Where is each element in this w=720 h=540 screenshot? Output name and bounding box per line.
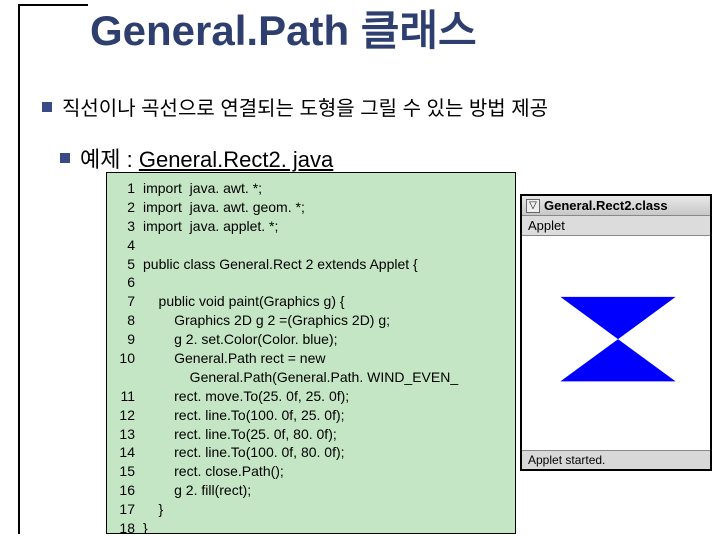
code-line: 13 rect. line.To(25. 0f, 80. 0f);: [117, 425, 505, 444]
code-line: 1import java. awt. *;: [117, 179, 505, 198]
code-line: 8 Graphics 2D g 2 =(Graphics 2D) g;: [117, 311, 505, 330]
square-bullet-icon: [42, 102, 52, 112]
bullet-main-text: 직선이나 곡선으로 연결되는 도형을 그릴 수 있는 방법 제공: [62, 92, 548, 121]
code-text: import java. applet. *;: [143, 217, 505, 236]
code-line: 3import java. applet. *;: [117, 217, 505, 236]
code-line: General.Path(General.Path. WIND_EVEN_: [117, 368, 505, 387]
square-bullet-icon: [60, 153, 70, 163]
line-number: 12: [117, 406, 143, 425]
example-label: 예제 :: [80, 147, 133, 172]
code-text: rect. line.To(25. 0f, 80. 0f);: [143, 425, 505, 444]
code-text: rect. line.To(100. 0f, 25. 0f);: [143, 406, 505, 425]
line-number: 11: [117, 387, 143, 406]
line-number: 6: [117, 273, 143, 292]
bullet-main: 직선이나 곡선으로 연결되는 도형을 그릴 수 있는 방법 제공: [42, 92, 548, 121]
code-text: g 2. set.Color(Color. blue);: [143, 330, 505, 349]
line-number: [117, 368, 143, 387]
line-number: 4: [117, 236, 143, 255]
line-number: 15: [117, 462, 143, 481]
applet-titlebar: ▽ General.Rect2.class: [522, 196, 710, 216]
applet-menu-item[interactable]: Applet: [522, 216, 710, 236]
code-line: 5public class General.Rect 2 extends App…: [117, 255, 505, 274]
code-text: rect. line.To(100. 0f, 80. 0f);: [143, 443, 505, 462]
code-line: 11 rect. move.To(25. 0f, 25. 0f);: [117, 387, 505, 406]
code-text: }: [143, 519, 505, 534]
code-text: import java. awt. *;: [143, 179, 505, 198]
bowtie-shape: [560, 297, 675, 381]
code-line: 9 g 2. set.Color(Color. blue);: [117, 330, 505, 349]
code-text: [143, 236, 505, 255]
applet-canvas: [522, 236, 710, 450]
line-number: 3: [117, 217, 143, 236]
line-number: 2: [117, 198, 143, 217]
code-line: 10 General.Path rect = new: [117, 349, 505, 368]
line-number: 17: [117, 500, 143, 519]
code-line: 15 rect. close.Path();: [117, 462, 505, 481]
line-number: 5: [117, 255, 143, 274]
code-block: 1import java. awt. *;2import java. awt. …: [106, 172, 516, 534]
line-number: 7: [117, 292, 143, 311]
line-number: 14: [117, 443, 143, 462]
line-number: 8: [117, 311, 143, 330]
applet-status-bar: Applet started.: [522, 450, 710, 469]
code-text: [143, 273, 505, 292]
line-number: 9: [117, 330, 143, 349]
applet-window: ▽ General.Rect2.class Applet Applet star…: [520, 194, 712, 471]
line-number: 1: [117, 179, 143, 198]
line-number: 10: [117, 349, 143, 368]
page-title: General.Path 클래스: [90, 8, 477, 54]
line-number: 16: [117, 481, 143, 500]
code-text: public void paint(Graphics g) {: [143, 292, 505, 311]
code-text: public class General.Rect 2 extends Appl…: [143, 255, 505, 274]
code-text: rect. move.To(25. 0f, 25. 0f);: [143, 387, 505, 406]
code-line: 6: [117, 273, 505, 292]
code-text: }: [143, 500, 505, 519]
code-line: 14 rect. line.To(100. 0f, 80. 0f);: [117, 443, 505, 462]
example-filename: General.Rect2. java: [139, 147, 333, 172]
slide-border: [18, 4, 88, 534]
code-text: import java. awt. geom. *;: [143, 198, 505, 217]
code-line: 16 g 2. fill(rect);: [117, 481, 505, 500]
code-line: 4: [117, 236, 505, 255]
applet-window-title: General.Rect2.class: [544, 198, 668, 213]
bullet-example: 예제 : General.Rect2. java: [60, 142, 333, 174]
code-text: General.Path rect = new: [143, 349, 505, 368]
code-text: rect. close.Path();: [143, 462, 505, 481]
code-line: 12 rect. line.To(100. 0f, 25. 0f);: [117, 406, 505, 425]
code-text: General.Path(General.Path. WIND_EVEN_: [143, 368, 505, 387]
code-line: 7 public void paint(Graphics g) {: [117, 292, 505, 311]
code-line: 18}: [117, 519, 505, 534]
window-menu-icon[interactable]: ▽: [526, 199, 540, 213]
line-number: 18: [117, 519, 143, 534]
code-line: 17 }: [117, 500, 505, 519]
code-text: g 2. fill(rect);: [143, 481, 505, 500]
line-number: 13: [117, 425, 143, 444]
code-text: Graphics 2D g 2 =(Graphics 2D) g;: [143, 311, 505, 330]
code-line: 2import java. awt. geom. *;: [117, 198, 505, 217]
